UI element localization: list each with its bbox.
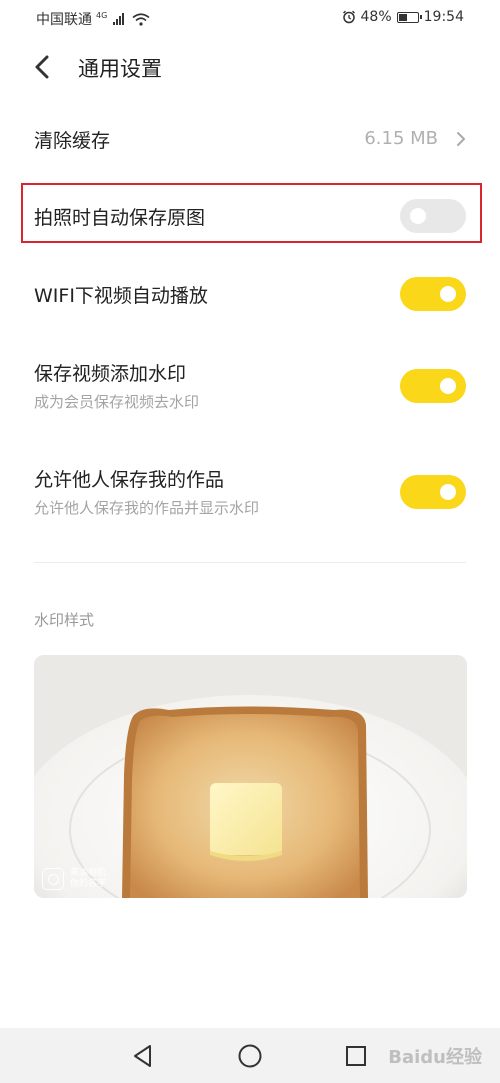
back-triangle-icon[interactable] xyxy=(130,1043,156,1069)
allow-save-subtitle: 允许他人保存我的作品并显示水印 xyxy=(34,499,260,517)
home-circle-icon[interactable] xyxy=(237,1043,263,1069)
baidu-watermark: Baidu经验 xyxy=(388,1047,482,1068)
recent-square-icon[interactable] xyxy=(343,1043,369,1069)
section-divider xyxy=(34,562,466,563)
wifi-icon xyxy=(132,12,150,26)
video-watermark-subtitle: 成为会员保存视频去水印 xyxy=(34,393,200,411)
header: 通用设置 xyxy=(0,40,500,94)
clear-cache-label: 清除缓存 xyxy=(34,130,111,152)
battery-icon xyxy=(396,11,422,23)
watermark-preview-image[interactable]: 黄油相机 你的名字 xyxy=(34,655,467,898)
toast-photo xyxy=(34,655,467,898)
clock-time: 19:54 xyxy=(423,9,464,25)
status-left: 中国联通 4G xyxy=(36,9,150,29)
system-nav-bar: Baidu经验 xyxy=(0,1028,500,1083)
video-watermark-row: 保存视频添加水印 成为会员保存视频去水印 xyxy=(0,350,500,420)
alarm-icon xyxy=(342,10,355,24)
battery-percent: 48% xyxy=(360,9,392,25)
chevron-right-icon xyxy=(457,132,465,146)
status-bar: 中国联通 4G 48% 19:54 xyxy=(0,0,500,34)
status-right: 48% 19:54 xyxy=(342,9,464,25)
wifi-autoplay-row: WIFI下视频自动播放 xyxy=(0,262,500,322)
camera-logo-icon xyxy=(42,868,64,890)
save-original-label: 拍照时自动保存原图 xyxy=(34,207,206,229)
chevron-left-icon[interactable] xyxy=(30,54,56,80)
video-watermark-toggle[interactable] xyxy=(400,369,466,403)
wifi-autoplay-toggle[interactable] xyxy=(400,277,466,311)
carrier-name: 中国联通 xyxy=(36,12,92,28)
video-watermark-label: 保存视频添加水印 xyxy=(34,363,187,385)
save-original-toggle[interactable] xyxy=(400,199,466,233)
cache-size-value: 6.15 MB xyxy=(364,128,438,149)
watermark-badge: 黄油相机 你的名字 xyxy=(42,868,106,890)
watermark-style-label: 水印样式 xyxy=(34,611,95,629)
save-original-row: 拍照时自动保存原图 xyxy=(0,185,500,243)
signal-icon xyxy=(113,13,125,25)
allow-save-label: 允许他人保存我的作品 xyxy=(34,469,225,491)
wifi-autoplay-label: WIFI下视频自动播放 xyxy=(34,285,208,307)
watermark-name-text: 你的名字 xyxy=(70,879,107,889)
allow-save-row: 允许他人保存我的作品 允许他人保存我的作品并显示水印 xyxy=(0,456,500,526)
page-title: 通用设置 xyxy=(78,57,162,81)
network-type: 4G xyxy=(96,11,108,20)
allow-save-toggle[interactable] xyxy=(400,475,466,509)
watermark-brand-text: 黄油相机 xyxy=(70,868,107,878)
